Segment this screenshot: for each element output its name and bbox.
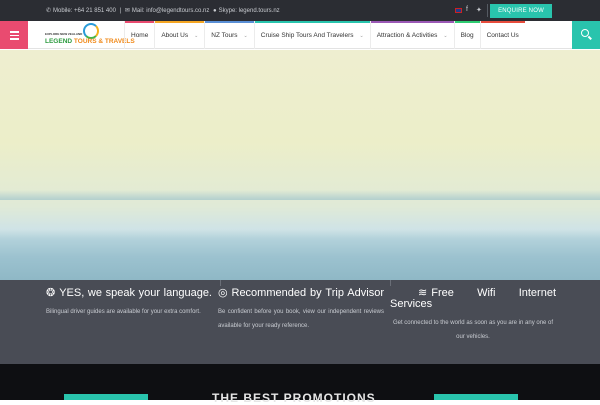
promo-card-right[interactable] [434,394,518,400]
nav-label: Home [131,32,149,39]
nav-accent-bar [370,21,454,23]
mail-icon: ✉ [124,8,130,14]
site-logo[interactable]: EXPLORE NEW ZEALAND LEGEND TOURS & TRAVE… [45,23,135,47]
feature-language: ❂ YES, we speak your language. Bilingual … [46,288,212,320]
nav-item-cruise-ship-tours[interactable]: Cruise Ship Tours And Travelers ⌄ [253,21,370,49]
nav-accent-bar [125,21,155,23]
features-strip: ❂ YES, we speak your language. Bilingual … [0,280,600,364]
sea-horizon [0,190,600,200]
feature-divider [390,280,391,286]
feature-title-text: YES, we speak your language. [59,287,212,299]
main-nav: Home About Us ⌄ NZ Tours ⌄ Cruise Ship Tou… [124,21,525,49]
skype-icon: ● [213,8,217,14]
nav-label: Contact Us [486,32,519,39]
tripadvisor-icon: ◎ [218,287,229,299]
promotions-title: THE BEST PROMOTIONS [212,391,376,405]
nav-item-contact-us[interactable]: Contact Us [479,21,525,49]
feature-title: ❂ YES, we speak your language. [46,288,212,299]
feature-divider [220,280,221,286]
hero-banner [0,50,600,280]
promo-card-left[interactable] [64,394,148,400]
phone-icon: ✆ [46,8,52,14]
feature-tripadvisor: ◎ Recommended by Trip Advisor Be confiden… [218,288,384,333]
divider: | [119,8,122,14]
mobile-text: Mobile: +64 21 851 400 [53,8,116,14]
promotions-section: THE BEST PROMOTIONS [0,364,600,405]
hamburger-icon [10,31,19,33]
nav-item-blog[interactable]: Blog [453,21,480,49]
feature-desc: Be confident before you book, view our i… [218,309,384,329]
nav-accent-bar [454,21,480,23]
feature-title: ◎ Recommended by Trip Advisor [218,288,384,299]
nav-label: Attraction & Activities [376,32,438,39]
twitter-icon[interactable]: ✦ [476,6,482,14]
nav-accent-bar [205,21,254,23]
feature-title-text: Free Wifi Internet Services [390,287,556,310]
nav-item-home[interactable]: Home [124,21,155,49]
feature-wifi: ≋ Free Wifi Internet Services Get connect… [390,288,556,344]
nav-accent-bar [254,21,370,23]
hamburger-icon-line [10,34,19,36]
search-icon-handle [588,35,592,40]
nav-item-attraction-activities[interactable]: Attraction & Activities ⌄ [369,21,454,49]
facebook-icon[interactable]: f [466,6,468,13]
nav-accent-bar [480,21,525,23]
chevron-down-icon: ⌄ [359,33,364,39]
logo-tagline: EXPLORE NEW ZEALAND [45,32,83,36]
nav-item-nz-tours[interactable]: NZ Tours ⌄ [204,21,254,49]
feature-title-text: Recommended by Trip Advisor [231,287,384,299]
mail-link[interactable]: Mail: info@legendtours.co.nz [132,8,209,14]
logo-brand: LEGEND TOURS & TRAVELS [45,38,135,45]
topbar-separator [487,4,488,17]
globe-icon: ❂ [46,287,56,299]
chevron-down-icon: ⌄ [243,33,248,39]
chevron-down-icon: ⌄ [443,33,448,39]
nav-label: NZ Tours [211,32,238,39]
logo-brand-first: LEGEND [45,38,74,45]
logo-swirl-icon [83,23,99,39]
top-bar: ✆ Mobile: +64 21 851 400 | ✉ Mail: info@le… [0,0,600,21]
menu-toggle-button[interactable] [0,21,28,49]
nav-label: Cruise Ship Tours And Travelers [260,32,354,39]
nav-accent-bar [155,21,205,23]
hamburger-icon-line [10,38,19,40]
skype-text[interactable]: Skype: legend.tours.nz [219,8,280,14]
main-header: EXPLORE NEW ZEALAND LEGEND TOURS & TRAVE… [0,21,600,49]
feature-desc: Bilingual driver guides are available fo… [46,309,201,315]
nav-label: About Us [161,32,189,39]
nav-item-about-us[interactable]: About Us ⌄ [154,21,205,49]
feature-desc: Get connected to the world as soon as yo… [392,320,554,340]
language-flag-icon[interactable] [455,8,462,13]
feature-title: ≋ Free Wifi Internet Services [390,288,556,310]
enquire-now-button[interactable]: ENQUIRE NOW [490,4,552,18]
contact-info: ✆ Mobile: +64 21 851 400 | ✉ Mail: info@le… [46,7,282,14]
search-button[interactable] [572,21,600,49]
chevron-down-icon: ⌄ [194,33,199,39]
nav-label: Blog [460,32,474,39]
